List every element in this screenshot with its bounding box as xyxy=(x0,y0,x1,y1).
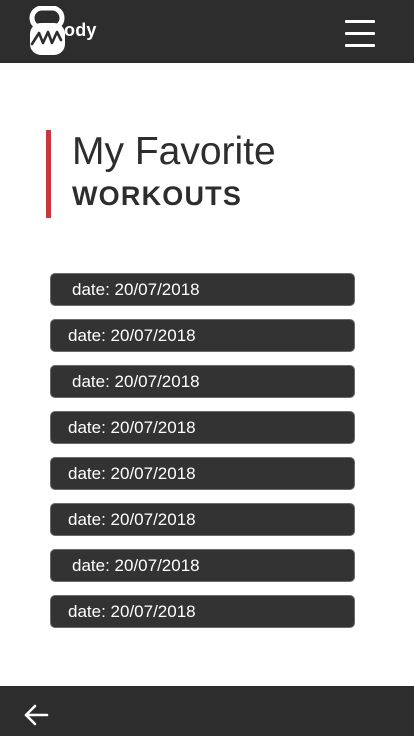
hamburger-menu-icon xyxy=(345,20,375,23)
logo-wordmark: ody xyxy=(64,20,97,40)
workout-item[interactable]: date: 20/07/2018 xyxy=(50,411,355,444)
workout-item[interactable]: date: 20/07/2018 xyxy=(50,365,355,398)
app-logo[interactable]: ody xyxy=(29,6,119,56)
bottom-bar xyxy=(0,686,414,736)
app-header: ody xyxy=(0,0,414,63)
workout-item[interactable]: date: 20/07/2018 xyxy=(50,503,355,536)
hamburger-menu-icon-bar xyxy=(345,32,375,35)
workout-item[interactable]: date: 20/07/2018 xyxy=(50,319,355,352)
workout-item[interactable]: date: 20/07/2018 xyxy=(50,595,355,628)
page-title-secondary: WORKOUTS xyxy=(72,181,243,211)
workout-item[interactable]: date: 20/07/2018 xyxy=(50,273,355,306)
kettlebell-icon xyxy=(29,6,65,55)
workout-item[interactable]: date: 20/07/2018 xyxy=(50,457,355,490)
menu-button[interactable] xyxy=(343,17,377,49)
page-title-primary: My Favorite xyxy=(72,130,276,173)
workout-item[interactable]: date: 20/07/2018 xyxy=(50,549,355,582)
back-button[interactable] xyxy=(22,702,50,728)
hamburger-menu-icon-bar xyxy=(345,44,375,47)
arrow-left-icon xyxy=(24,704,49,726)
title-accent-bar xyxy=(46,130,51,218)
